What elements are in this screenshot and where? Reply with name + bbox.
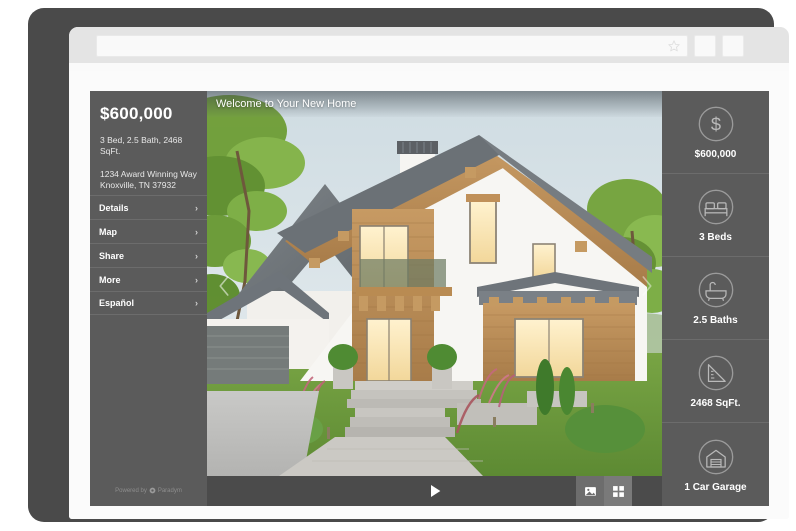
menu-item-label: Share <box>99 250 125 261</box>
garage-icon <box>698 439 733 474</box>
dollar-icon: $ <box>698 106 733 142</box>
feature-label: 2.5 Baths <box>693 315 738 326</box>
browser-chrome <box>69 27 789 63</box>
chevron-right-icon: › <box>195 202 198 213</box>
bathtub-icon <box>698 272 733 308</box>
grid-view-button[interactable] <box>604 476 632 506</box>
grid-icon <box>612 485 624 497</box>
address-input[interactable] <box>104 36 664 56</box>
menu-item-espanol[interactable]: Español › <box>90 291 207 315</box>
bed-icon <box>698 189 733 225</box>
feature-beds: 3 Beds <box>662 174 769 257</box>
feature-baths: 2.5 Baths <box>662 257 769 340</box>
menu-item-label: Map <box>99 226 117 237</box>
feature-label: 1 Car Garage <box>684 481 747 493</box>
feature-sqft: 2468 SqFt. <box>662 340 769 423</box>
listing-address: 1234 Award Winning Way Knoxville, TN 379… <box>100 169 197 192</box>
menu-item-map[interactable]: Map › <box>90 219 207 243</box>
address-line-1: 1234 Award Winning Way <box>100 168 197 179</box>
powered-by-text: Powered by <box>115 487 147 494</box>
photo-icon <box>584 486 596 496</box>
chevron-left-icon[interactable] <box>215 273 233 299</box>
welcome-banner: Welcome to Your New Home <box>207 91 662 117</box>
viewer-toolbar <box>207 476 662 506</box>
page-body: $600,000 3 Bed, 2.5 Bath, 2468 SqFt. 123… <box>69 71 789 519</box>
svg-text:$: $ <box>710 114 720 135</box>
listing-specs: 3 Bed, 2.5 Bath, 2468 SqFt. <box>100 135 183 157</box>
menu-item-share[interactable]: Share › <box>90 243 207 267</box>
menu-item-label: Details <box>99 202 129 213</box>
menu-item-more[interactable]: More › <box>90 267 207 291</box>
listing-photo <box>207 91 662 476</box>
powered-by-credit: Powered by Paradym <box>90 487 207 494</box>
feature-price: $ $600,000 <box>662 91 769 174</box>
paradym-logo-icon <box>149 487 156 494</box>
address-line-2: Knoxville, TN 37932 <box>100 180 176 191</box>
welcome-banner-text: Welcome to Your New Home <box>216 98 357 110</box>
photo-view-button[interactable] <box>576 476 604 506</box>
feature-label: $600,000 <box>694 149 737 160</box>
listing-panel: $600,000 3 Bed, 2.5 Bath, 2468 SqFt. 123… <box>90 91 769 506</box>
chevron-right-icon: › <box>195 226 198 237</box>
chevron-right-icon: › <box>195 274 198 285</box>
menu-item-details[interactable]: Details › <box>90 195 207 219</box>
ruler-icon <box>698 355 733 391</box>
tablet-bezel: $600,000 3 Bed, 2.5 Bath, 2468 SqFt. 123… <box>28 8 789 522</box>
chevron-right-icon[interactable] <box>638 273 656 299</box>
menu-item-label: More <box>99 274 121 285</box>
chevron-right-icon: › <box>195 298 198 308</box>
browser-toolbar-button-2[interactable] <box>722 35 744 57</box>
play-icon[interactable] <box>427 483 443 499</box>
listing-price: $600,000 <box>100 104 173 123</box>
feature-label: 3 Beds <box>699 232 732 243</box>
right-sidebar: $ $600,000 3 Beds 2.5 Baths 2468 SqFt. 1… <box>662 91 769 506</box>
chevron-right-icon: › <box>195 250 198 261</box>
browser-chrome-strip <box>69 63 789 71</box>
browser-toolbar-button-1[interactable] <box>694 35 716 57</box>
left-sidebar: $600,000 3 Bed, 2.5 Bath, 2468 SqFt. 123… <box>90 91 207 506</box>
powered-by-brand: Paradym <box>157 487 182 494</box>
feature-label: 2468 SqFt. <box>690 398 741 409</box>
star-icon[interactable] <box>667 39 681 53</box>
feature-garage: 1 Car Garage <box>662 423 769 506</box>
price-block: $600,000 3 Bed, 2.5 Bath, 2468 SqFt. 123… <box>90 91 207 192</box>
left-menu: Details › Map › Share › More › Español › <box>90 195 207 315</box>
photo-viewer[interactable]: Welcome to Your New Home <box>207 91 662 506</box>
address-bar[interactable] <box>96 35 688 57</box>
menu-item-label: Español <box>99 298 135 308</box>
tablet-screen: $600,000 3 Bed, 2.5 Bath, 2468 SqFt. 123… <box>69 27 789 519</box>
